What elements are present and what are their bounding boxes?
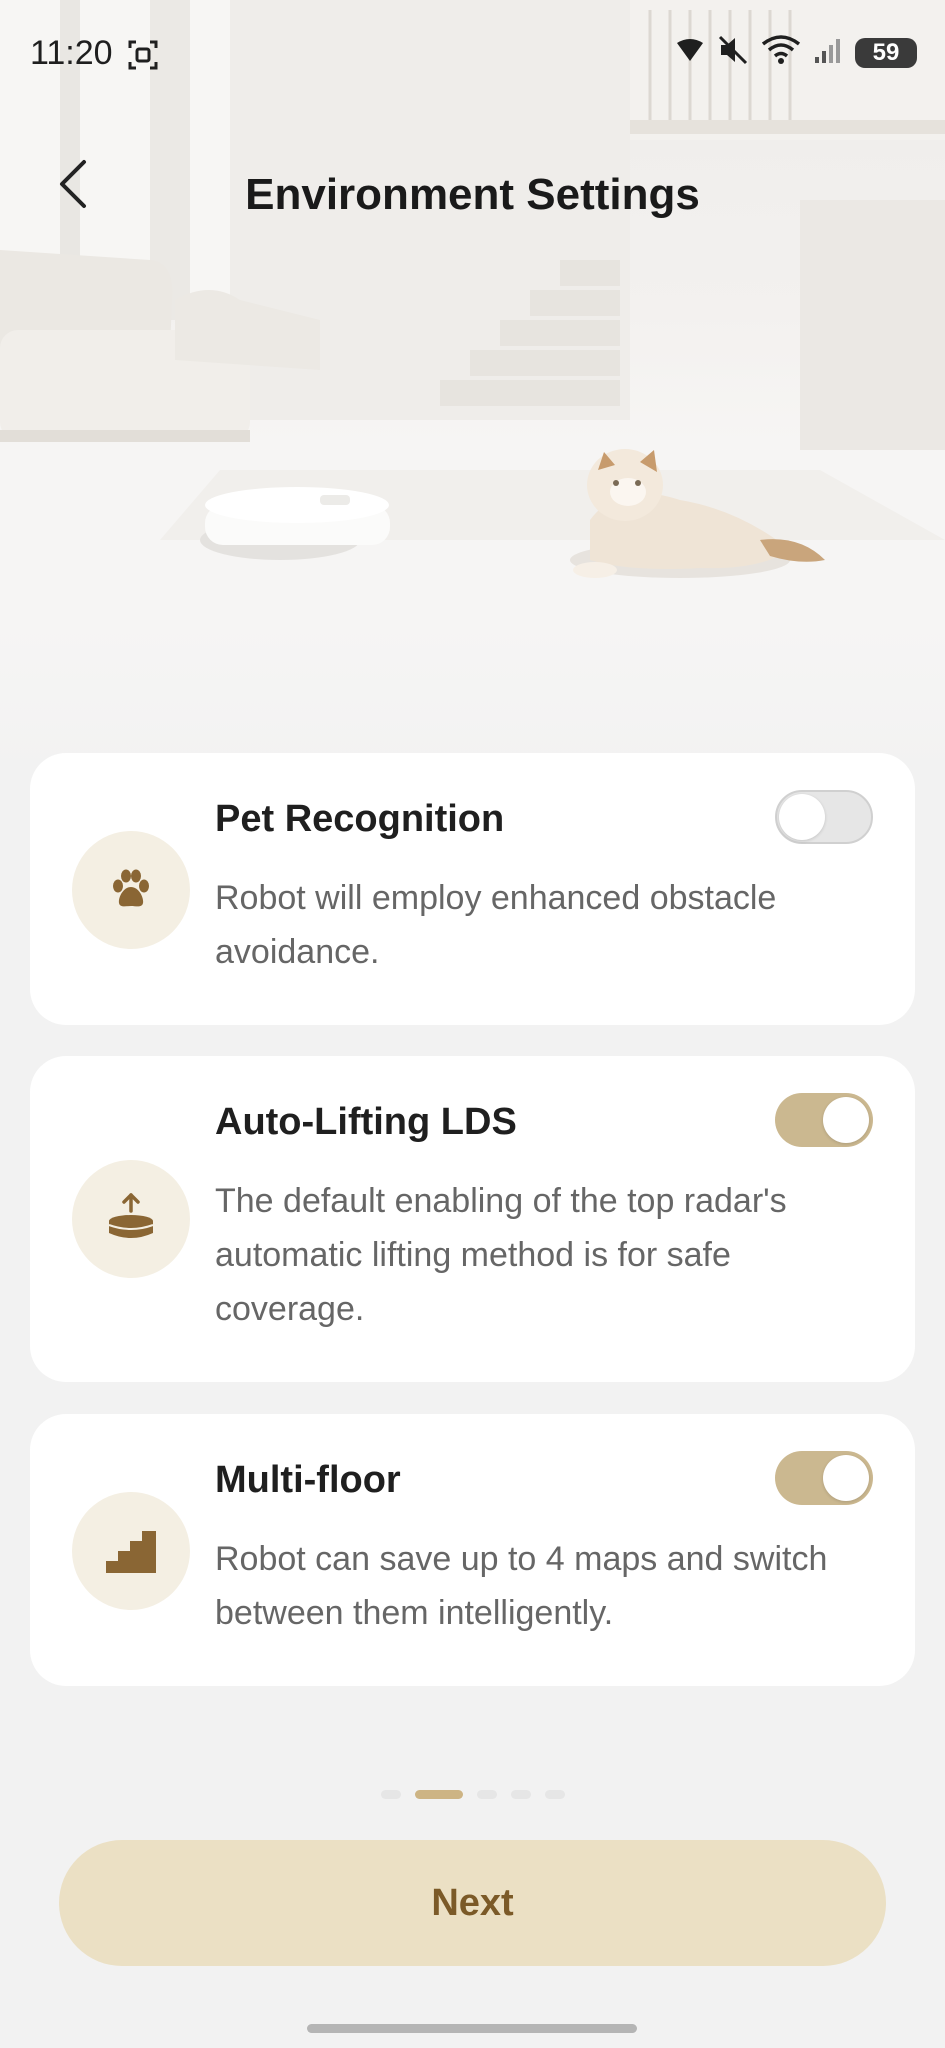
next-button[interactable]: Next — [59, 1840, 886, 1966]
page-title: Environment Settings — [245, 170, 700, 219]
toggle-knob — [823, 1097, 869, 1143]
card-icon-badge — [72, 1492, 190, 1610]
next-button-label: Next — [431, 1881, 514, 1924]
paw-icon — [113, 869, 149, 907]
pet-recognition-toggle[interactable] — [775, 790, 873, 844]
page-dot — [510, 1790, 531, 1799]
card-title: Pet Recognition — [215, 798, 505, 840]
signal-icon — [813, 35, 843, 70]
pet-recognition-card: Pet Recognition Robot will employ enhanc… — [30, 753, 915, 1025]
mute-icon — [717, 34, 749, 71]
page-dot — [380, 1790, 401, 1799]
multi-floor-toggle[interactable] — [775, 1451, 873, 1505]
lift-radar-icon — [108, 1193, 154, 1238]
card-title: Multi-floor — [215, 1459, 401, 1501]
stairs-icon — [106, 1531, 156, 1573]
status-icons: 59 — [675, 34, 917, 71]
pagination-dots — [0, 1790, 945, 1799]
card-description: Robot will employ enhanced obstacle avoi… — [215, 879, 777, 971]
multi-floor-card: Multi-floor Robot can save up to 4 maps … — [30, 1414, 915, 1686]
card-icon-badge — [72, 831, 190, 949]
page-dot — [476, 1790, 497, 1799]
card-description: The default enabling of the top radar's … — [215, 1182, 787, 1328]
card-icon-badge — [72, 1160, 190, 1278]
home-indicator[interactable] — [307, 2024, 637, 2033]
location-icon — [675, 35, 705, 70]
screenshot-icon — [126, 38, 160, 77]
auto-lifting-lds-card: Auto-Lifting LDS The default enabling of… — [30, 1056, 915, 1382]
status-time: 11:20 — [30, 34, 113, 72]
hero-illustration: 11:20 59 Environment Settings — [0, 0, 945, 780]
battery-level: 59 — [872, 38, 900, 66]
wifi-icon — [761, 34, 801, 71]
living-room-illustration — [0, 0, 945, 780]
page-dot — [544, 1790, 565, 1799]
card-description: Robot can save up to 4 maps and switch b… — [215, 1540, 828, 1632]
battery-indicator: 59 — [855, 37, 917, 68]
auto-lifting-lds-toggle[interactable] — [775, 1093, 873, 1147]
toggle-knob — [823, 1455, 869, 1501]
status-bar: 11:20 59 — [0, 0, 945, 108]
toggle-knob — [779, 794, 825, 840]
card-title: Auto-Lifting LDS — [215, 1101, 517, 1143]
page-dot-active — [414, 1790, 463, 1799]
